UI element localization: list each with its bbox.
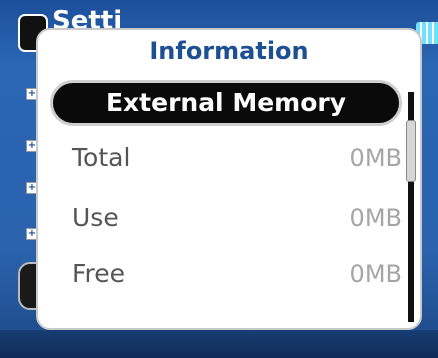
- device-screen: Setti + + + + Information External Memor…: [0, 0, 438, 358]
- use-label: Use: [72, 203, 119, 232]
- use-value: 0MB: [349, 204, 402, 232]
- scrollbar-thumb[interactable]: [406, 120, 416, 182]
- information-dialog: Information External Memory Total 0MB Us…: [36, 28, 422, 330]
- total-label: Total: [72, 143, 131, 172]
- use-row: Use 0MB: [72, 198, 402, 238]
- total-row: Total 0MB: [72, 138, 402, 178]
- total-value: 0MB: [349, 144, 402, 172]
- free-value: 0MB: [349, 260, 402, 288]
- free-row: Free 0MB: [72, 254, 402, 294]
- free-label: Free: [72, 259, 126, 288]
- external-memory-header[interactable]: External Memory: [50, 80, 402, 126]
- dialog-title: Information: [149, 37, 309, 65]
- background-footer: [0, 330, 438, 358]
